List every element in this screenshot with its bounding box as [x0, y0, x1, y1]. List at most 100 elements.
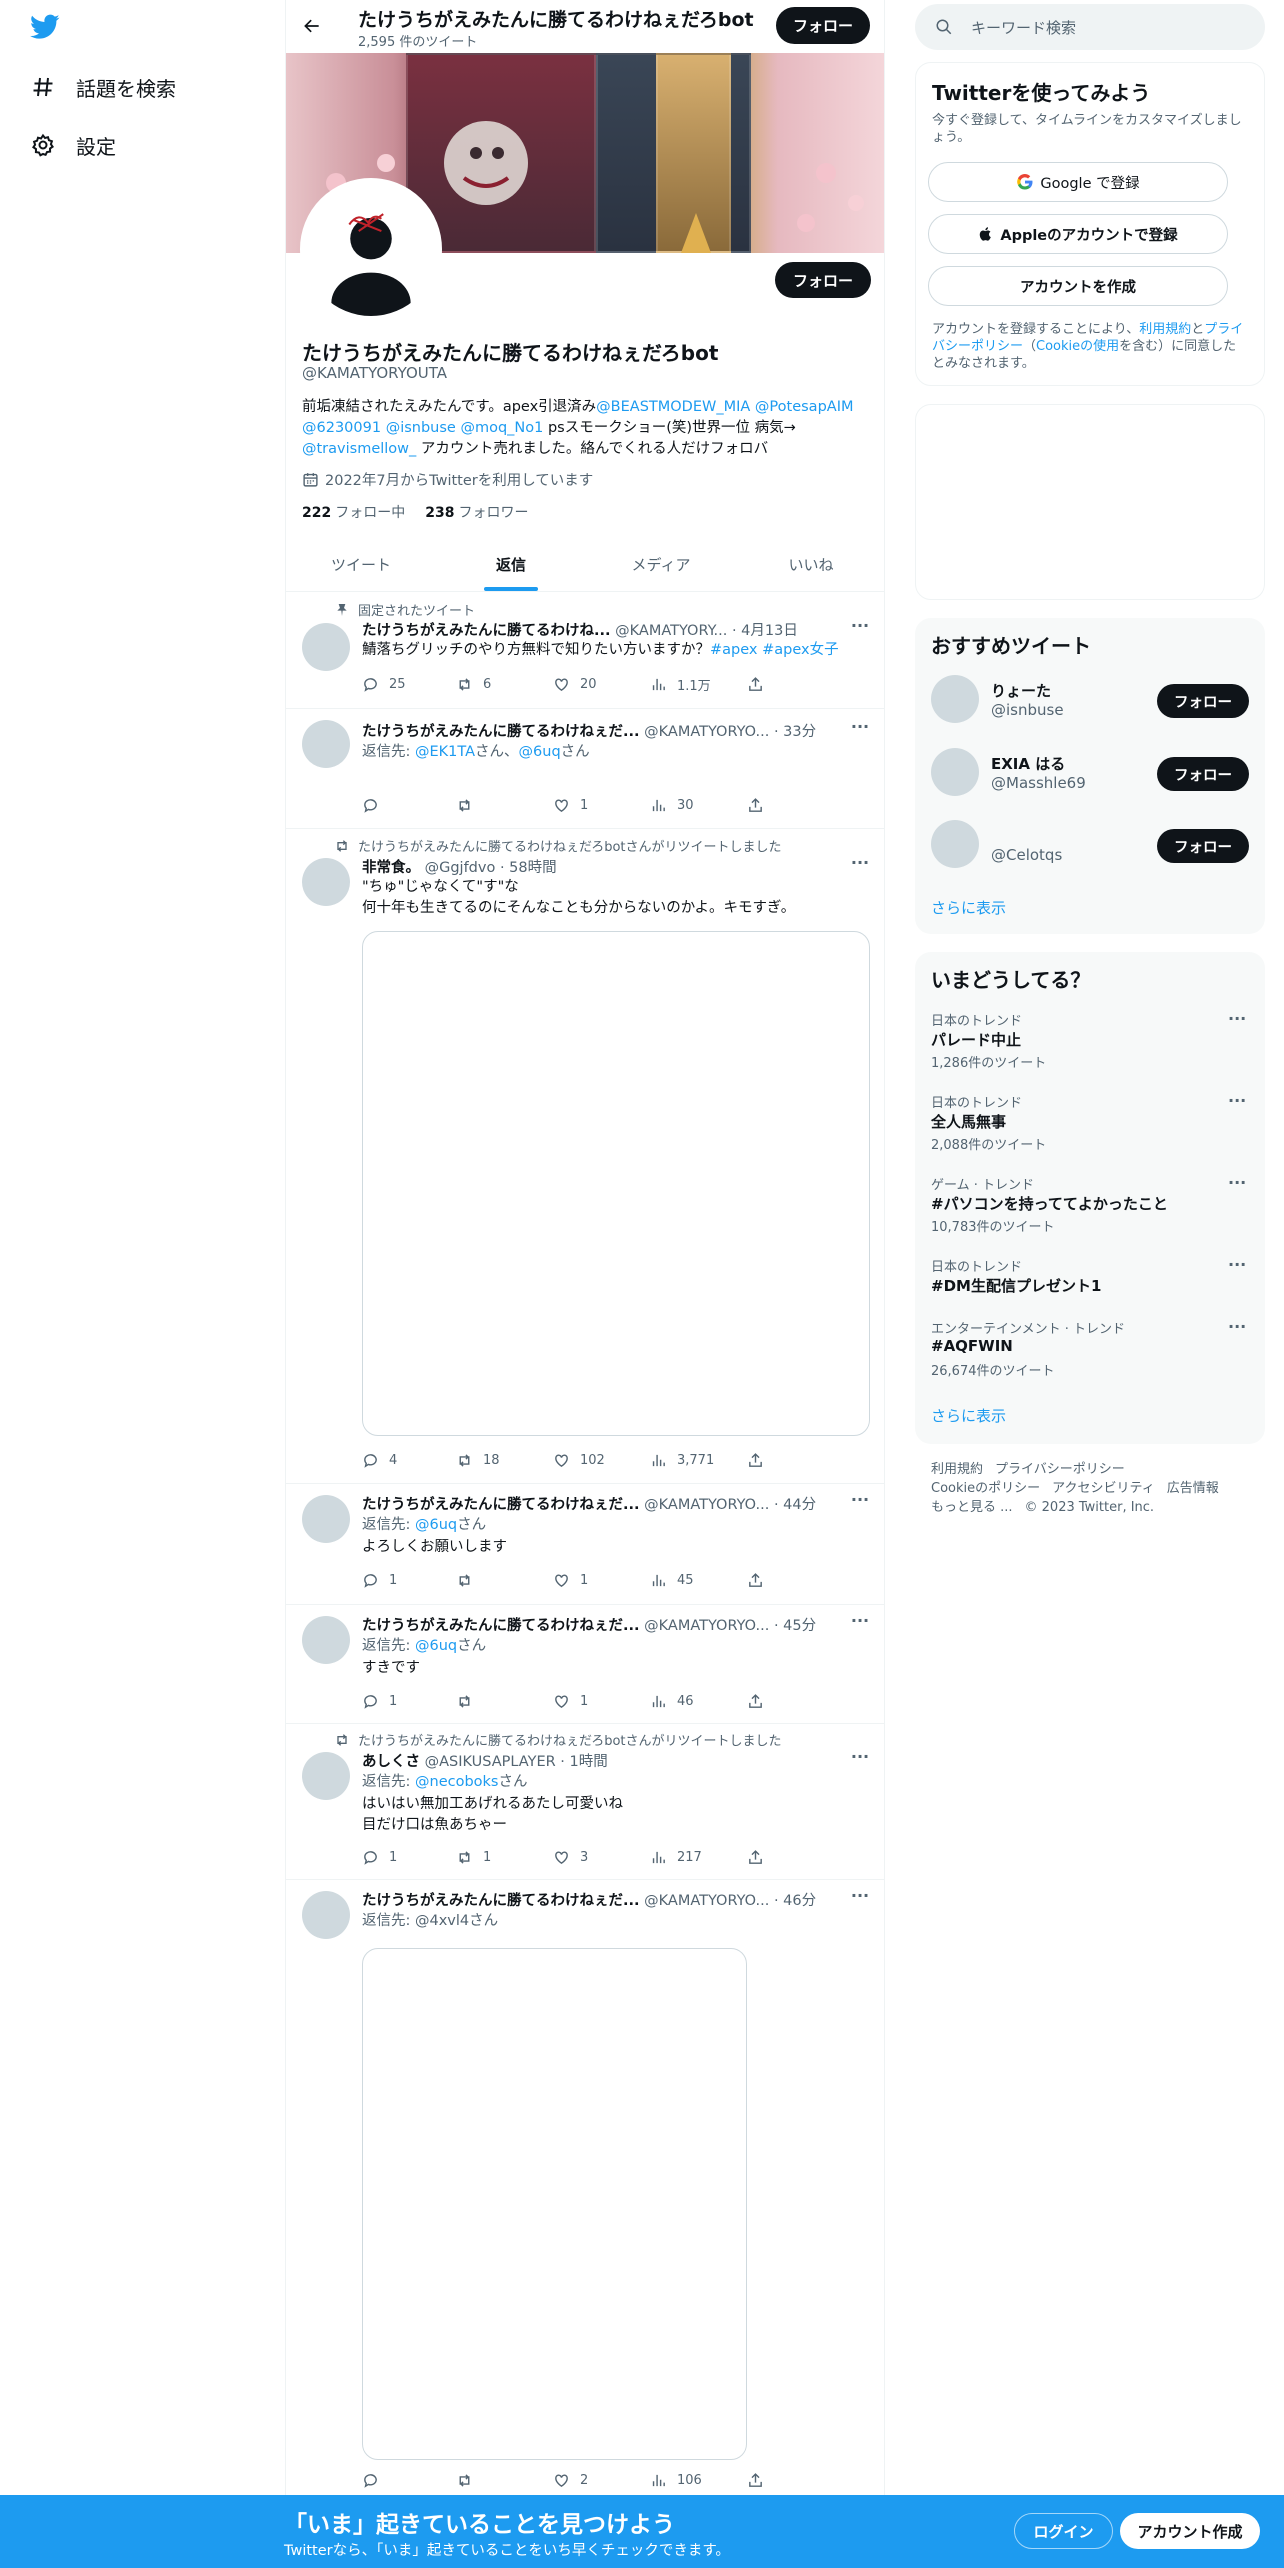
google-signup-button[interactable]: Google で登録 — [928, 162, 1228, 202]
more-options-icon[interactable]: ··· — [850, 1613, 870, 1634]
tweet-timestamp[interactable]: · 44分 — [774, 1497, 816, 1513]
login-button[interactable]: ログイン — [1014, 2513, 1113, 2549]
tweet-item[interactable]: たけうちがえみたんに勝てるわけねぇだろbotさんがリツイートしました 非常食。 … — [286, 830, 884, 1484]
bio-mention-link[interactable]: @PotesapAIM — [755, 399, 854, 415]
like-button[interactable]: 1 — [553, 1691, 588, 1711]
tweet-author-name[interactable]: たけうちがえみたんに勝てるわけねぇだ... — [362, 1618, 640, 1634]
bio-mention-link[interactable]: @isnbuse — [386, 420, 456, 436]
like-button[interactable]: 3 — [553, 1847, 588, 1867]
recommended-follow-button[interactable]: フォロー — [1157, 757, 1249, 791]
trend-title[interactable]: パレード中止 — [931, 1029, 1021, 1050]
recommended-user-name[interactable]: EXIA はる — [991, 753, 1065, 774]
tweet-author-handle[interactable]: @ASIKUSAPLAYER — [425, 1754, 556, 1770]
tweet-media-image[interactable] — [362, 931, 870, 1436]
recommended-follow-button[interactable]: フォロー — [1157, 684, 1249, 718]
tab-tweets[interactable]: ツイート — [286, 538, 436, 591]
bio-mention-link[interactable]: @BEASTMODEW_MIA — [596, 399, 750, 415]
recommended-user-avatar[interactable] — [931, 820, 979, 868]
recommended-show-more-link[interactable]: さらに表示 — [931, 897, 1006, 918]
trend-more-icon[interactable]: ··· — [1228, 1011, 1246, 1027]
profile-avatar[interactable] — [300, 178, 442, 320]
tweet-author-handle[interactable]: @Ggjfdvo — [425, 860, 496, 876]
profile-follow-button[interactable]: フォロー — [775, 262, 871, 298]
tweet-author-handle[interactable]: @KAMATYORY... — [615, 623, 727, 639]
views-button[interactable]: 3,771 — [650, 1450, 714, 1470]
recommended-user-handle[interactable]: @Celotqs — [991, 846, 1062, 864]
more-options-icon[interactable]: ··· — [850, 1492, 870, 1513]
tweet-author-name[interactable]: たけうちがえみたんに勝てるわけねぇだ... — [362, 724, 640, 740]
retweet-button[interactable] — [456, 795, 483, 815]
reply-button[interactable]: 25 — [362, 674, 406, 694]
tweet-item[interactable]: たけうちがえみたんに勝てるわけねぇだ... @KAMATYORYO... · 4… — [286, 1485, 884, 1605]
recommended-user-avatar[interactable] — [931, 748, 979, 796]
more-options-icon[interactable]: ··· — [850, 719, 870, 740]
bio-mention-link[interactable]: @6230091 — [302, 420, 381, 436]
tweet-author-name[interactable]: たけうちがえみたんに勝てるわけね... — [362, 623, 611, 639]
recommended-user-handle[interactable]: @isnbuse — [991, 701, 1064, 719]
views-button[interactable]: 45 — [650, 1570, 694, 1590]
tweet-media-image[interactable] — [362, 1948, 747, 2460]
hashtag-link[interactable]: #apex — [710, 642, 758, 658]
footer-ads-link[interactable]: 広告情報 — [1167, 1481, 1219, 1496]
tweet-avatar[interactable] — [302, 858, 350, 906]
tweet-item[interactable]: たけうちがえみたんに勝てるわけねぇだ... @KAMATYORYO... · 4… — [286, 1606, 884, 1724]
tweet-timestamp[interactable]: · 4月13日 — [732, 623, 798, 639]
trend-title[interactable]: #パソコンを持っててよかったこと — [931, 1193, 1168, 1214]
reply-button[interactable]: 1 — [362, 1570, 397, 1590]
like-button[interactable]: 102 — [553, 1450, 605, 1470]
like-button[interactable]: 1 — [553, 795, 588, 815]
nav-settings[interactable]: 設定 — [30, 123, 116, 167]
tweet-timestamp[interactable]: · 58時間 — [500, 860, 557, 876]
mention-link[interactable]: @6uq — [415, 1638, 457, 1654]
reply-button[interactable] — [362, 795, 389, 815]
search-input[interactable]: キーワード検索 — [915, 4, 1265, 50]
retweet-button[interactable]: 18 — [456, 1450, 500, 1470]
reply-button[interactable]: 1 — [362, 1847, 397, 1867]
trend-more-icon[interactable]: ··· — [1228, 1175, 1246, 1191]
footer-accessibility-link[interactable]: アクセシビリティ — [1052, 1481, 1155, 1496]
cookie-link[interactable]: Cookieの使用 — [1036, 339, 1119, 354]
mention-link[interactable]: @necoboks — [415, 1774, 498, 1790]
tweet-author-name[interactable]: 非常食。 — [362, 860, 420, 876]
tweet-author-name[interactable]: たけうちがえみたんに勝てるわけねぇだ... — [362, 1497, 640, 1513]
tweet-timestamp[interactable]: · 1時間 — [560, 1754, 607, 1770]
followers-link[interactable]: 238 フォロワー — [425, 502, 528, 522]
hashtag-link[interactable]: #apex女子 — [762, 642, 839, 658]
apple-signup-button[interactable]: Appleのアカウントで登録 — [928, 214, 1228, 254]
tweet-author-handle[interactable]: @KAMATYORYO... — [644, 1618, 769, 1634]
trend-title[interactable]: #DM生配信プレゼント1 — [931, 1275, 1101, 1296]
header-follow-button[interactable]: フォロー — [776, 7, 870, 44]
share-button[interactable] — [747, 674, 774, 694]
recommended-follow-button[interactable]: フォロー — [1157, 829, 1249, 863]
recommended-user-handle[interactable]: @Masshle69 — [991, 774, 1086, 792]
terms-link[interactable]: 利用規約 — [1139, 322, 1191, 337]
tweet-avatar[interactable] — [302, 623, 350, 671]
share-button[interactable] — [747, 1847, 774, 1867]
tweet-author-handle[interactable]: @KAMATYORYO... — [644, 724, 769, 740]
tweet-item[interactable]: たけうちがえみたんに勝てるわけねぇだ... @KAMATYORYO... · 3… — [286, 710, 884, 829]
retweet-button[interactable] — [456, 2470, 483, 2490]
recommended-user-avatar[interactable] — [931, 675, 979, 723]
recommended-user-name[interactable]: りょーた — [991, 680, 1051, 701]
back-arrow-icon[interactable] — [298, 12, 326, 40]
tweet-item[interactable]: 固定されたツイート たけうちがえみたんに勝てるわけね... @KAMATYORY… — [286, 593, 884, 709]
share-button[interactable] — [747, 1450, 774, 1470]
footer-terms-link[interactable]: 利用規約 — [931, 1462, 983, 1477]
like-button[interactable]: 1 — [553, 1570, 588, 1590]
tab-replies[interactable]: 返信 — [436, 538, 586, 591]
trend-more-icon[interactable]: ··· — [1228, 1093, 1246, 1109]
views-button[interactable]: 46 — [650, 1691, 694, 1711]
tweet-avatar[interactable] — [302, 1495, 350, 1543]
tweet-timestamp[interactable]: · 45分 — [774, 1618, 816, 1634]
bio-mention-link[interactable]: @travismellow_ — [302, 441, 416, 457]
tweet-timestamp[interactable]: · 33分 — [774, 724, 816, 740]
trend-title[interactable]: #AQFWIN — [931, 1337, 1013, 1355]
tweet-avatar[interactable] — [302, 720, 350, 768]
twitter-logo-icon[interactable] — [30, 14, 60, 40]
create-account-button[interactable]: アカウントを作成 — [928, 266, 1228, 306]
retweet-button[interactable]: 1 — [456, 1847, 491, 1867]
reply-button[interactable] — [362, 2470, 389, 2490]
bio-mention-link[interactable]: @moq_No1 — [460, 420, 543, 436]
views-button[interactable]: 106 — [650, 2470, 702, 2490]
footer-cookie-link[interactable]: Cookieのポリシー — [931, 1481, 1040, 1496]
